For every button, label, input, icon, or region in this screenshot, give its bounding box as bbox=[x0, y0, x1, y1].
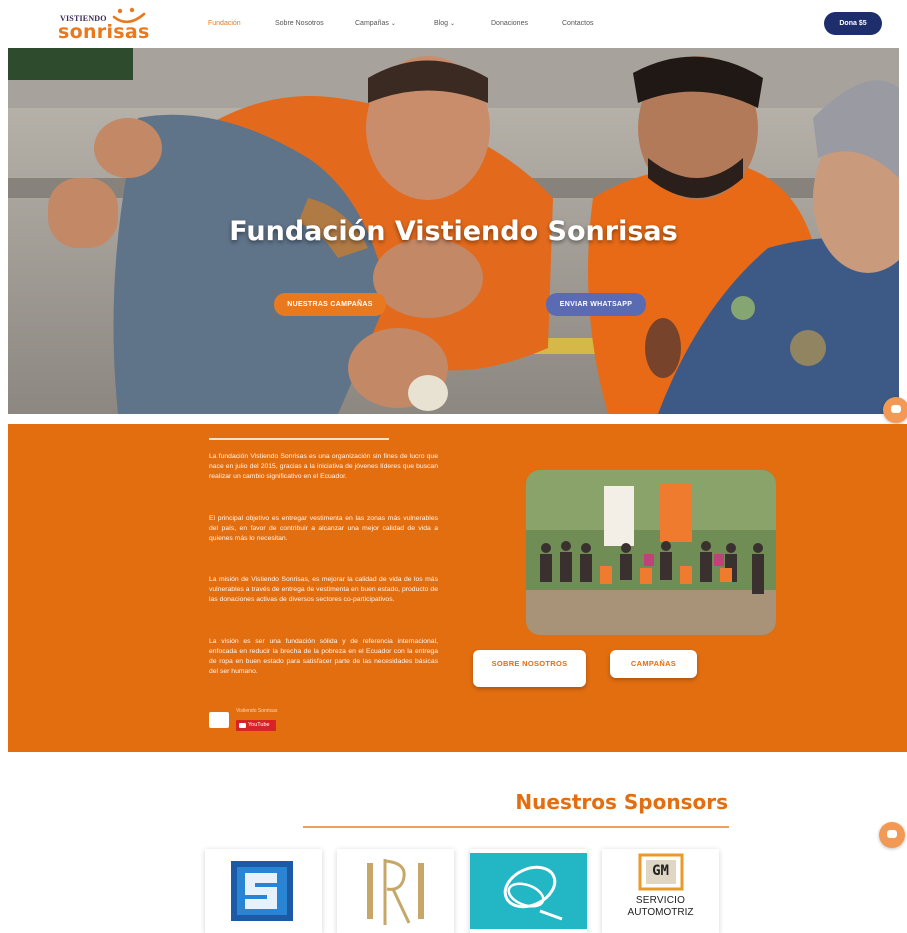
nav-item-fundacion[interactable]: Fundación bbox=[208, 20, 241, 27]
youtube-icon[interactable]: YouTube bbox=[236, 720, 276, 731]
site-logo[interactable]: VISTIENDO sonrisas bbox=[58, 6, 150, 44]
mission-paragraph: La misión de Vistiendo Sonrisas, es mejo… bbox=[209, 576, 438, 603]
whatsapp-button[interactable]: ENVIAR WHATSAPP bbox=[546, 293, 646, 316]
nav-item-sobre-nosotros[interactable]: Sobre Nosotros bbox=[275, 20, 324, 27]
nav-item-blog[interactable]: Blog ⌄ bbox=[434, 20, 455, 27]
gm-logo-sub2: AUTOMOTRIZ bbox=[627, 907, 694, 918]
nav-label: Campañas bbox=[355, 20, 389, 27]
youtube-widget[interactable]: Vistiendo Sonrisas YouTube bbox=[209, 708, 299, 734]
chevron-down-icon: ⌄ bbox=[450, 21, 456, 27]
campaigns-section-button[interactable]: CAMPAÑAS bbox=[610, 650, 697, 678]
chevron-down-icon: ⌄ bbox=[390, 21, 396, 27]
sponsor-logo-gm[interactable]: GM SERVICIO AUTOMOTRIZ bbox=[602, 849, 719, 933]
channel-avatar bbox=[209, 712, 229, 728]
nav-item-contactos[interactable]: Contactos bbox=[562, 20, 594, 27]
sponsor-logo-image bbox=[231, 861, 293, 921]
team-photo-image bbox=[526, 470, 776, 635]
team-photo bbox=[526, 470, 776, 635]
campaigns-button[interactable]: NUESTRAS CAMPAÑAS bbox=[274, 293, 386, 316]
nav-item-donaciones[interactable]: Donaciones bbox=[491, 20, 528, 27]
nav-label: Blog bbox=[434, 20, 449, 27]
about-us-button[interactable]: SOBRE NOSOTROS bbox=[473, 650, 586, 687]
gm-logo-text: GM bbox=[652, 863, 669, 879]
hero-title: Fundación Vistiendo Sonrisas bbox=[229, 216, 678, 247]
sponsors-divider bbox=[303, 826, 729, 828]
sponsor-logo-2[interactable] bbox=[337, 849, 454, 933]
about-section: La fundación Vistiendo Sonrisas es una o… bbox=[8, 424, 907, 752]
gm-logo-sub: SERVICIO bbox=[635, 895, 686, 906]
nav-item-campanas[interactable]: Campañas ⌄ bbox=[355, 20, 396, 27]
objective-paragraph: El principal objetivo es entregar vestim… bbox=[209, 515, 438, 542]
site-header: VISTIENDO sonrisas Fundación Sobre Nosot… bbox=[0, 0, 907, 48]
logo-main-text: sonrisas bbox=[58, 21, 150, 43]
donate-button[interactable]: Dona $5 bbox=[824, 12, 882, 35]
sponsor-logo-1[interactable] bbox=[205, 849, 322, 933]
vision-paragraph: La visión es ser una fundación sólida y … bbox=[209, 638, 438, 675]
about-paragraph: La fundación Vistiendo Sonrisas es una o… bbox=[209, 453, 438, 480]
sponsor-logo-image bbox=[638, 853, 684, 891]
sponsors-title: Nuestros Sponsors bbox=[515, 790, 728, 814]
sponsor-logo-3[interactable] bbox=[470, 849, 587, 933]
youtube-button-label: YouTube bbox=[248, 722, 270, 728]
section-divider bbox=[209, 438, 389, 440]
sponsor-logo-image bbox=[367, 859, 424, 925]
chat-icon[interactable] bbox=[879, 822, 905, 848]
youtube-channel-name: Vistiendo Sonrisas bbox=[236, 708, 278, 714]
hero-banner: Fundación Vistiendo Sonrisas NUESTRAS CA… bbox=[8, 48, 899, 414]
sponsor-logo-image bbox=[470, 853, 587, 929]
chat-icon[interactable] bbox=[883, 397, 907, 423]
